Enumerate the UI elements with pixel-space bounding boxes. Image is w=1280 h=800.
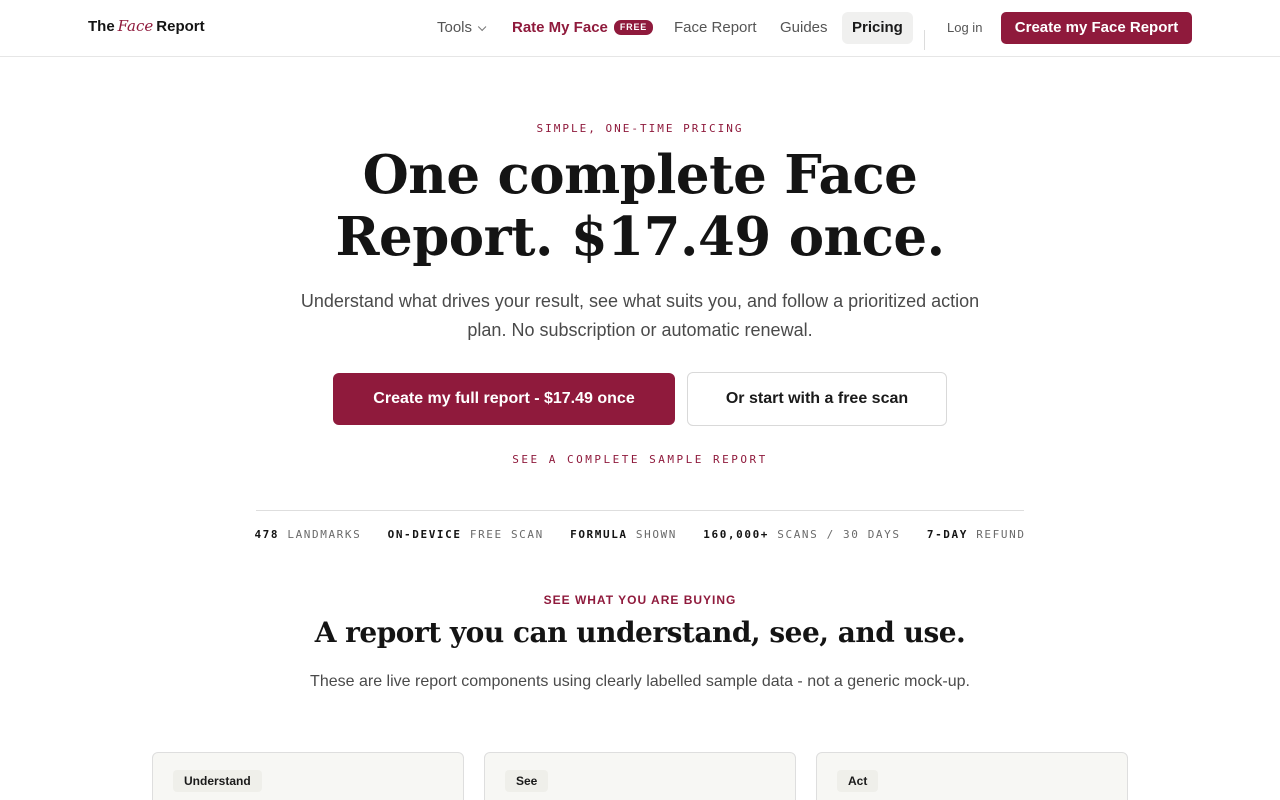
nav-rate-my-face[interactable]: Rate My Face FREE	[512, 12, 654, 44]
hero-title: One complete Face Report. $17.49 once.	[290, 144, 990, 268]
stat-key: 160,000+	[703, 528, 770, 541]
stat-key: 7-DAY	[926, 528, 968, 541]
hero-eyebrow: SIMPLE, ONE-TIME PRICING	[536, 122, 744, 135]
nav-login-link[interactable]: Log in	[947, 12, 982, 44]
create-full-report-button[interactable]: Create my full report - $17.49 once	[333, 373, 675, 425]
stats-strip: 478 LANDMARKS ON-DEVICE FREE SCAN FORMUL…	[0, 528, 1280, 541]
nav-guides[interactable]: Guides	[780, 12, 828, 44]
nav-face-report[interactable]: Face Report	[674, 12, 757, 44]
nav-divider	[924, 30, 925, 50]
stat-item: 160,000+ SCANS / 30 DAYS	[703, 528, 900, 541]
card-understand: Understand	[152, 752, 464, 800]
nav-tools-label: Tools	[437, 19, 473, 36]
stat-value: SHOWN	[635, 528, 678, 541]
chevron-down-icon	[477, 22, 487, 32]
hero-title-line-1: One complete Face	[362, 144, 918, 206]
free-badge: FREE	[613, 20, 654, 35]
card-tag: See	[505, 770, 549, 792]
header-create-report-button[interactable]: Create my Face Report	[1001, 12, 1192, 44]
nav-tools-dropdown[interactable]: Tools	[437, 12, 487, 44]
nav-pricing[interactable]: Pricing	[842, 12, 913, 44]
stat-item: 7-DAY REFUND	[927, 528, 1026, 541]
section-title: A report you can understand, see, and us…	[314, 616, 966, 649]
stat-value: REFUND	[976, 528, 1026, 541]
site-header: The Face Report Tools Rate My Face FREE Fac…	[0, 0, 1280, 57]
section-eyebrow: SEE WHAT YOU ARE BUYING	[543, 593, 737, 607]
stat-value: LANDMARKS	[287, 528, 362, 541]
card-tag: Act	[837, 770, 879, 792]
stat-item: 478 LANDMARKS	[254, 528, 361, 541]
stat-key: FORMULA	[570, 528, 628, 541]
stat-key: 478	[254, 528, 280, 541]
stats-divider	[256, 510, 1024, 511]
stat-value: SCANS / 30 DAYS	[777, 528, 901, 541]
stat-value: FREE SCAN	[469, 528, 544, 541]
logo-text-report: Report	[156, 18, 205, 35]
free-scan-button[interactable]: Or start with a free scan	[687, 372, 947, 426]
logo-text-the: The	[88, 18, 115, 35]
card-act: Act	[816, 752, 1128, 800]
section-subtitle: These are live report components using c…	[310, 673, 970, 690]
card-tag: Understand	[173, 770, 262, 792]
site-logo[interactable]: The Face Report	[88, 17, 205, 35]
stat-item: ON-DEVICE FREE SCAN	[388, 528, 544, 541]
stat-item: FORMULA SHOWN	[570, 528, 677, 541]
hero-title-line-2: Report. $17.49 once.	[335, 206, 945, 268]
hero-subtitle: Understand what drives your result, see …	[300, 291, 980, 340]
card-see: See	[484, 752, 796, 800]
sample-report-link[interactable]: SEE A COMPLETE SAMPLE REPORT	[0, 453, 1280, 466]
stat-key: ON-DEVICE	[387, 528, 462, 541]
nav-rate-label: Rate My Face	[512, 19, 608, 36]
logo-text-face: Face	[117, 17, 154, 35]
